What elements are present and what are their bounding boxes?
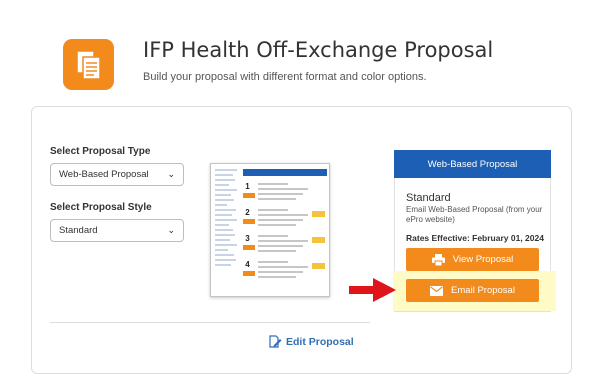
thumbnail-sidebar — [215, 169, 241, 293]
proposal-style-select[interactable]: Standard ⌄ — [50, 219, 184, 242]
proposal-type-select[interactable]: Web-Based Proposal ⌄ — [50, 163, 184, 186]
proposal-preview-thumbnail[interactable]: 1 2 3 4 — [210, 163, 330, 297]
proposal-style-label: Select Proposal Style — [50, 202, 152, 213]
proposal-document-icon — [63, 39, 114, 90]
thumbnail-plan-block: 3 — [243, 233, 327, 254]
proposal-style-value: Standard — [59, 225, 98, 236]
envelope-icon — [430, 285, 444, 296]
page-subtitle: Build your proposal with different forma… — [143, 71, 427, 83]
proposal-type-label: Select Proposal Type — [50, 146, 151, 157]
thumbnail-plan-block: 2 — [243, 207, 327, 228]
proposal-type-value: Web-Based Proposal — [59, 169, 149, 180]
edit-proposal-link[interactable]: Edit Proposal — [268, 335, 354, 349]
thumbnail-plan-block: 1 — [243, 181, 327, 202]
thumbnail-plan-block: 4 — [243, 259, 327, 280]
edit-icon — [268, 335, 282, 349]
rates-effective: Rates Effective: February 01, 2024 — [406, 233, 544, 243]
arrow-right-icon — [349, 278, 397, 307]
chevron-down-icon: ⌄ — [167, 225, 175, 235]
email-proposal-label: Email Proposal — [451, 285, 515, 296]
view-proposal-label: View Proposal — [452, 254, 514, 265]
chevron-down-icon: ⌄ — [167, 169, 175, 179]
thumbnail-header-bar — [243, 169, 327, 176]
edit-proposal-label: Edit Proposal — [286, 336, 354, 348]
panel-style-name: Standard — [406, 192, 451, 204]
email-proposal-button[interactable]: Email Proposal — [406, 279, 539, 302]
panel-description: Email Web-Based Proposal (from your ePro… — [406, 205, 543, 224]
page-title: IFP Health Off-Exchange Proposal — [143, 38, 494, 62]
divider — [50, 322, 370, 323]
printer-icon — [431, 253, 445, 266]
panel-heading: Web-Based Proposal — [394, 150, 551, 178]
view-proposal-button[interactable]: View Proposal — [406, 248, 539, 271]
